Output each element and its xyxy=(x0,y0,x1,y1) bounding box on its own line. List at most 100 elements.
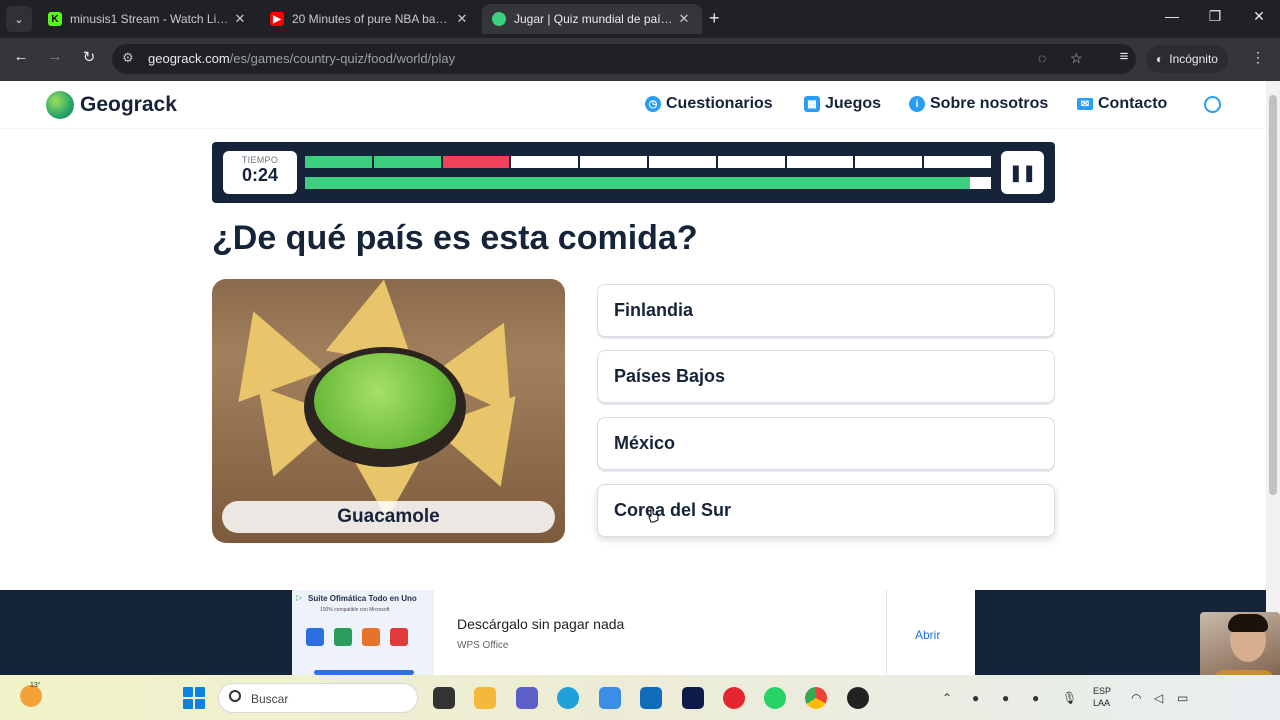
edge-icon[interactable] xyxy=(557,687,579,709)
task-view-icon[interactable] xyxy=(433,687,455,709)
tab-title: minusis1 Stream - Watch Live o xyxy=(70,12,232,26)
close-icon[interactable]: ✕ xyxy=(454,11,470,27)
webcam-hair xyxy=(1228,614,1268,632)
nav-cuestionarios[interactable]: ◷ Cuestionarios xyxy=(645,95,773,113)
tab-youtube-nba[interactable]: ▶ 20 Minutes of pure NBA bagwo ✕ xyxy=(260,4,480,34)
progress-segment-4-pending xyxy=(511,156,579,168)
language-globe-icon[interactable] xyxy=(1204,96,1221,113)
question-progress xyxy=(305,156,991,168)
new-tab-plus-icon[interactable]: + xyxy=(709,8,720,29)
tab-title: 20 Minutes of pure NBA bagwo xyxy=(292,12,454,26)
nav-contacto[interactable]: ✉ Contacto xyxy=(1077,95,1167,113)
windows-taskbar: 13° Buscar ⌃ ● ● ● 🎙 ESP LAA ◠ ◁ ▭ xyxy=(0,675,1280,720)
map-icon: ▦ xyxy=(804,96,820,112)
presentation-icon xyxy=(362,628,380,646)
answer-option-3[interactable]: México xyxy=(597,417,1055,470)
microphone-icon[interactable]: 🎙 xyxy=(1062,691,1077,705)
store-icon[interactable] xyxy=(599,687,621,709)
volume-icon[interactable]: ◁ xyxy=(1154,691,1163,705)
progress-segment-8-pending xyxy=(786,156,854,168)
scrollbar-thumb[interactable] xyxy=(1269,95,1277,495)
answer-option-1[interactable]: Finlandia xyxy=(597,284,1055,337)
bookmark-star-icon[interactable]: ☆ xyxy=(1070,50,1083,67)
taskbar-search[interactable]: Buscar xyxy=(218,683,418,713)
reload-icon[interactable]: ↻ xyxy=(79,48,99,66)
progress-segment-1-correct xyxy=(305,156,372,168)
site-name: Geograck xyxy=(80,93,177,116)
tab-search-button[interactable]: ⌄ xyxy=(6,6,32,32)
globe-logo-icon xyxy=(46,91,74,119)
nav-label: Juegos xyxy=(825,95,882,112)
teams-icon[interactable] xyxy=(516,687,538,709)
eye-slash-icon[interactable]: ◌ xyxy=(1038,50,1046,66)
timer-label: TIEMPO xyxy=(241,155,279,165)
close-icon[interactable]: ✕ xyxy=(232,11,248,27)
whatsapp-icon[interactable] xyxy=(764,687,786,709)
restore-icon[interactable]: ❐ xyxy=(1205,8,1225,25)
progress-segment-5-pending xyxy=(580,156,647,168)
tray-chevron-icon[interactable]: ⌃ xyxy=(942,691,952,705)
keyboard-language[interactable]: ESP LAA xyxy=(1093,685,1111,709)
time-progress-bar xyxy=(305,177,991,189)
timer-value: 0:24 xyxy=(241,165,279,185)
incognito-label: Incógnito xyxy=(1169,52,1218,66)
nav-label: Contacto xyxy=(1098,95,1168,112)
opera-icon[interactable] xyxy=(723,687,745,709)
answer-option-2[interactable]: Países Bajos xyxy=(597,350,1055,403)
search-icon xyxy=(229,690,241,702)
progress-segment-3-wrong xyxy=(442,156,510,168)
answer-option-4[interactable]: Corea del Sur xyxy=(597,484,1055,537)
writer-icon xyxy=(306,628,324,646)
window-close-icon[interactable]: ✕ xyxy=(1249,8,1269,25)
pause-button[interactable]: ❚❚ xyxy=(1001,151,1044,194)
incognito-icon: ◐ xyxy=(1156,52,1164,66)
page-scrollbar[interactable] xyxy=(1266,81,1280,671)
obs-icon[interactable] xyxy=(847,687,869,709)
office-apps-icons xyxy=(306,628,408,646)
site-settings-icon[interactable]: ⚙ xyxy=(122,50,134,66)
info-icon: i xyxy=(909,96,925,112)
minimize-icon[interactable]: — xyxy=(1162,8,1182,24)
timer: TIEMPO 0:24 xyxy=(223,151,297,194)
progress-segment-2-correct xyxy=(373,156,441,168)
ad-choices-icon[interactable]: ▷ xyxy=(296,593,302,602)
guacamole-shape xyxy=(314,353,456,449)
file-explorer-icon[interactable] xyxy=(474,687,496,709)
tab-geograck-quiz[interactable]: Jugar | Quiz mundial de países ✕ xyxy=(482,4,702,34)
ad-advertiser: WPS Office xyxy=(457,640,509,651)
address-bar[interactable]: ⚙ geograck.com/es/games/country-quiz/foo… xyxy=(112,44,1136,74)
incognito-indicator[interactable]: ◐ Incógnito xyxy=(1146,45,1228,73)
battery-icon[interactable]: ▭ xyxy=(1177,691,1188,705)
tray-app-icon[interactable]: ● xyxy=(972,691,979,705)
chrome-icon[interactable] xyxy=(805,687,827,709)
food-name-label: Guacamole xyxy=(222,501,555,533)
wifi-icon[interactable]: ◠ xyxy=(1131,691,1141,705)
nav-sobre-nosotros[interactable]: i Sobre nosotros xyxy=(909,95,1048,113)
spreadsheet-icon xyxy=(334,628,352,646)
browser-menu-icon[interactable]: ⋮ xyxy=(1251,49,1265,66)
outlook-icon[interactable] xyxy=(640,687,662,709)
layout-code: LAA xyxy=(1093,698,1111,708)
forward-arrow-icon[interactable]: → xyxy=(45,48,65,65)
geograck-icon xyxy=(492,12,506,26)
tray-app-icon[interactable]: ● xyxy=(1032,691,1039,705)
pdf-icon xyxy=(390,628,408,646)
ad-open-button[interactable]: Abrir xyxy=(915,628,940,642)
ad-banner[interactable]: ▷ Suite Ofimática Todo en Uno 100% compa… xyxy=(292,590,975,675)
media-control-icon[interactable]: ≡ xyxy=(1114,48,1134,65)
site-logo[interactable]: Geograck xyxy=(46,91,177,119)
tab-kick-stream[interactable]: K minusis1 Stream - Watch Live o ✕ xyxy=(38,4,258,34)
tray-app-icon[interactable]: ● xyxy=(1002,691,1009,705)
back-arrow-icon[interactable]: ← xyxy=(11,48,31,65)
ad-image[interactable]: ▷ Suite Ofimática Todo en Uno 100% compa… xyxy=(292,590,434,675)
question-title: ¿De qué país es esta comida? xyxy=(212,219,698,257)
disney-plus-icon[interactable] xyxy=(682,687,704,709)
close-icon[interactable]: ✕ xyxy=(676,11,692,27)
ad-title: Descárgalo sin pagar nada xyxy=(457,616,625,632)
start-windows-icon[interactable] xyxy=(183,687,205,709)
ad-banner-subtitle: 100% compatible con Microsoft xyxy=(320,607,390,613)
tab-title: Jugar | Quiz mundial de países xyxy=(514,12,676,26)
food-image: Guacamole xyxy=(212,279,565,543)
kick-icon: K xyxy=(48,12,62,26)
nav-juegos[interactable]: ▦ Juegos xyxy=(804,95,881,113)
